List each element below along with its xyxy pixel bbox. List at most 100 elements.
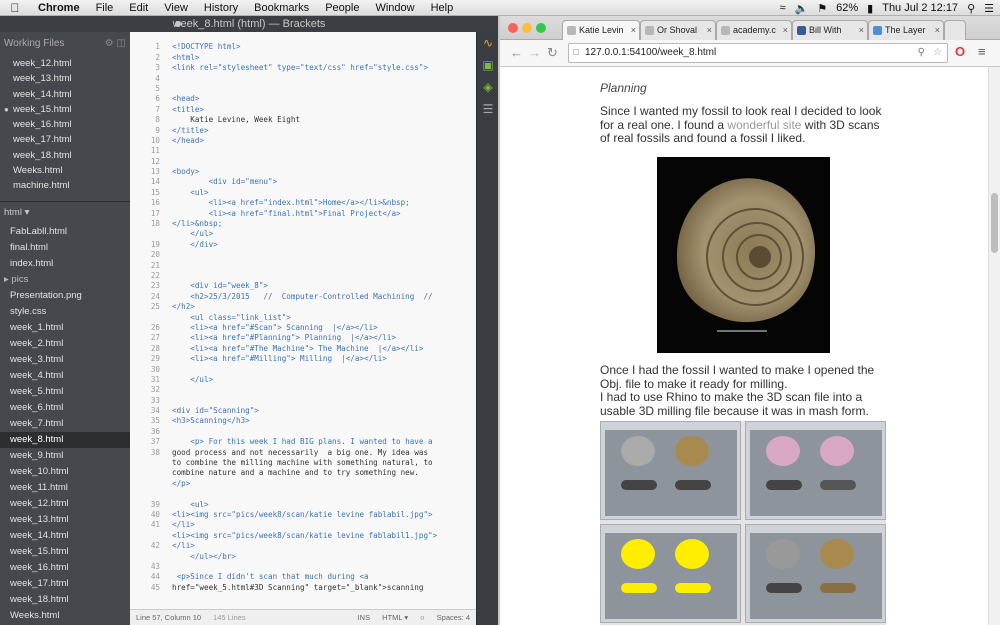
volume-icon[interactable]: 🔈 <box>795 2 809 15</box>
line-number <box>130 32 164 42</box>
menu-people[interactable]: People <box>317 2 367 14</box>
page-scrollbar[interactable] <box>988 67 1000 625</box>
close-tab-icon[interactable]: × <box>859 21 864 39</box>
tree-item[interactable]: style.css <box>0 304 130 320</box>
extension-manager-icon[interactable]: ▣ <box>477 54 499 76</box>
battery-icon[interactable]: ▮ <box>867 2 873 15</box>
lint-status-icon[interactable]: ○ <box>414 613 431 622</box>
close-tab-icon[interactable]: × <box>631 21 636 39</box>
tree-item[interactable]: Presentation.png <box>0 288 130 304</box>
extension-icon[interactable]: ◈ <box>477 76 499 98</box>
tree-item[interactable]: week_7.html <box>0 416 130 432</box>
minimize-window-icon[interactable] <box>522 23 532 33</box>
working-file-item[interactable]: machine.html <box>0 178 130 193</box>
tree-item[interactable]: Weeks.html <box>0 608 130 624</box>
language-select[interactable]: HTML ▾ <box>376 613 414 622</box>
close-window-icon[interactable] <box>508 23 518 33</box>
working-file-item[interactable]: week_18.html <box>0 148 130 163</box>
tab-katie-levine[interactable]: Katie Levin × <box>562 20 640 40</box>
tree-item[interactable]: week_17.html <box>0 576 130 592</box>
address-bar[interactable]: □ 127.0.0.1:54100/week_8.html ⚲ ☆ <box>568 43 948 63</box>
tree-item[interactable]: week_9.html <box>0 448 130 464</box>
menu-bookmarks[interactable]: Bookmarks <box>246 2 317 14</box>
close-tab-icon[interactable]: × <box>935 21 940 39</box>
tree-item[interactable]: week_14.html <box>0 528 130 544</box>
menu-file[interactable]: File <box>88 2 122 14</box>
live-preview-icon[interactable]: ∿ <box>477 32 499 54</box>
code-area[interactable]: <!DOCTYPE html> <html> <link rel="styleshe… <box>172 32 476 593</box>
flag-icon[interactable]: ⚑ <box>817 2 827 15</box>
reload-icon[interactable]: ↻ <box>547 45 558 61</box>
forward-icon[interactable]: → <box>528 45 541 60</box>
close-tab-icon[interactable]: × <box>783 21 788 39</box>
spotlight-icon[interactable]: ⚲ <box>967 2 975 15</box>
opera-extension-icon[interactable]: O <box>955 44 965 59</box>
code-editor[interactable]: 1 2 3 4 5 6 7 8 9 10 11 12 13 14 15 16 17 18 19 20 21 22 23 24 2… <box>130 32 476 609</box>
working-file-item[interactable]: week_12.html <box>0 56 130 71</box>
menu-app[interactable]: Chrome <box>30 2 88 14</box>
gear-icon[interactable]: ⚙ <box>105 38 114 49</box>
menu-history[interactable]: History <box>196 2 246 14</box>
code-line: <li><img src="pics/week8/scan/katie levi… <box>172 530 438 540</box>
tree-item[interactable]: week_16.html <box>0 560 130 576</box>
tree-folder[interactable]: ▸ pics <box>0 272 130 288</box>
bookmark-star-icon[interactable]: ☆ <box>933 44 942 62</box>
tree-item[interactable]: week_10.html <box>0 464 130 480</box>
notification-icon[interactable]: ☰ <box>984 2 994 15</box>
tree-item[interactable]: index.html <box>0 256 130 272</box>
menu-view[interactable]: View <box>156 2 196 14</box>
insert-mode[interactable]: INS <box>352 613 377 622</box>
working-file-item[interactable]: ● week_15.html <box>0 102 130 117</box>
search-icon[interactable]: ⚲ <box>918 44 925 62</box>
layers-icon[interactable]: ☰ <box>477 98 499 120</box>
code-line: <ul> <box>172 187 209 197</box>
project-dropdown[interactable]: html ▾ <box>0 202 130 224</box>
working-file-item[interactable]: Weeks.html <box>0 163 130 178</box>
menu-help[interactable]: Help <box>423 2 462 14</box>
tab-academy[interactable]: academy.c × <box>716 20 792 40</box>
split-view-icon[interactable]: ◫ <box>117 38 126 49</box>
tree-item[interactable]: final.html <box>0 240 130 256</box>
tree-item[interactable]: week_1.html <box>0 320 130 336</box>
tree-item[interactable]: week_3.html <box>0 352 130 368</box>
line-number: 22 <box>150 270 160 280</box>
new-tab-button[interactable] <box>944 20 966 40</box>
wifi-icon[interactable]: ≈ <box>780 2 786 14</box>
tab-bill-with[interactable]: Bill With × <box>792 20 868 40</box>
menu-window[interactable]: Window <box>367 2 422 14</box>
tree-item[interactable]: week_6.html <box>0 400 130 416</box>
tab-the-layer[interactable]: The Layer × <box>868 20 944 40</box>
close-tab-icon[interactable]: × <box>707 21 712 39</box>
clock[interactable]: Thu Jul 2 12:17 <box>882 2 958 14</box>
tree-item[interactable]: week_12.html <box>0 496 130 512</box>
apple-icon[interactable]:  <box>0 1 30 15</box>
zoom-window-icon[interactable] <box>536 23 546 33</box>
page-info-icon[interactable]: □ <box>573 44 579 62</box>
working-file-item[interactable]: week_16.html <box>0 117 130 132</box>
chrome-menu-icon[interactable]: ≡ <box>978 44 986 59</box>
tree-item[interactable]: week_4.html <box>0 368 130 384</box>
tab-or-shoval[interactable]: Or Shoval × <box>640 20 716 40</box>
line-number: 4 <box>155 73 160 83</box>
tree-item[interactable]: week_13.html <box>0 512 130 528</box>
line-number: 34 <box>150 406 160 416</box>
line-number: 3 <box>155 63 160 73</box>
tree-item[interactable]: week_2.html <box>0 336 130 352</box>
working-file-item[interactable]: week_17.html <box>0 132 130 147</box>
scrollbar-thumb[interactable] <box>991 193 998 253</box>
tree-item[interactable]: week_11.html <box>0 480 130 496</box>
working-file-item[interactable]: week_13.html <box>0 71 130 86</box>
tree-item[interactable]: FabLabll.html <box>0 224 130 240</box>
working-file-item[interactable]: week_14.html <box>0 87 130 102</box>
line-number: 33 <box>150 395 160 405</box>
indent-setting[interactable]: Spaces: 4 <box>431 613 476 622</box>
code-line: </p> <box>172 478 191 488</box>
back-icon[interactable]: ← <box>510 45 523 60</box>
tree-item[interactable]: week_15.html <box>0 544 130 560</box>
tree-item[interactable]: week_18.html <box>0 592 130 608</box>
menu-edit[interactable]: Edit <box>121 2 156 14</box>
tree-item[interactable]: week_5.html <box>0 384 130 400</box>
tree-item-selected[interactable]: week_8.html <box>0 431 130 448</box>
wonderful-site-link[interactable]: wonderful site <box>727 118 801 132</box>
